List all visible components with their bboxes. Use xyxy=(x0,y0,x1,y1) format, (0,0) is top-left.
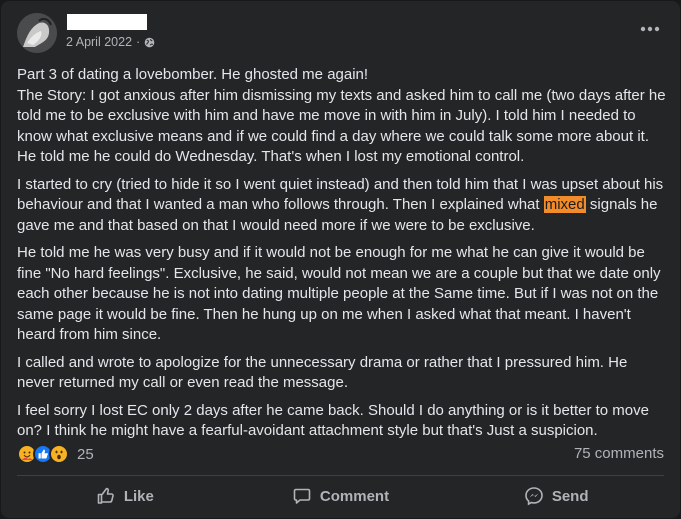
messenger-icon xyxy=(525,487,543,506)
post-body: Part 3 of dating a lovebomber. He ghoste… xyxy=(17,65,667,449)
post-paragraph-4: I called and wrote to apologize for the … xyxy=(17,353,628,392)
post-header: 2 April 2022 · xyxy=(17,13,665,55)
post-actions: Like Comment Send xyxy=(17,478,664,514)
meta-separator: · xyxy=(136,35,141,49)
post-card: 2 April 2022 · Part 3 of dating a lovebo… xyxy=(1,1,680,518)
send-label: Send xyxy=(551,487,589,505)
more-dots-icon xyxy=(640,26,660,32)
author-name-redacted xyxy=(67,14,147,30)
post-paragraph-2: I started to cry (tried to hide it so I … xyxy=(17,175,664,234)
comment-label: Comment xyxy=(319,487,390,505)
reaction-icons xyxy=(17,444,69,464)
post-paragraph-5: I feel sorry I lost EC only 2 days after… xyxy=(17,401,649,440)
post-meta: 2 April 2022 · xyxy=(66,35,155,49)
wow-reaction-icon xyxy=(49,444,69,464)
reaction-summary[interactable]: 25 xyxy=(17,443,94,465)
thumbs-up-icon xyxy=(97,487,114,504)
post-date[interactable]: 2 April 2022 xyxy=(66,35,132,49)
post-paragraph-1: Part 3 of dating a lovebomber. He ghoste… xyxy=(17,66,666,165)
comments-count-link[interactable]: 75 comments xyxy=(574,445,664,462)
audience-globe-icon[interactable] xyxy=(144,37,155,48)
author-avatar[interactable] xyxy=(17,13,57,53)
like-label: Like xyxy=(123,487,154,505)
more-options-button[interactable] xyxy=(635,17,665,41)
avatar-image-icon xyxy=(17,13,57,53)
comment-button[interactable]: Comment xyxy=(233,478,449,514)
highlighted-word: mixed xyxy=(543,196,586,213)
send-button[interactable]: Send xyxy=(448,478,664,514)
reaction-count: 25 xyxy=(77,445,94,463)
comment-bubble-icon xyxy=(293,488,311,504)
post-paragraph-3: He told me he was very busy and if it wo… xyxy=(17,244,661,343)
actions-divider xyxy=(17,475,664,476)
like-button[interactable]: Like xyxy=(17,478,233,514)
